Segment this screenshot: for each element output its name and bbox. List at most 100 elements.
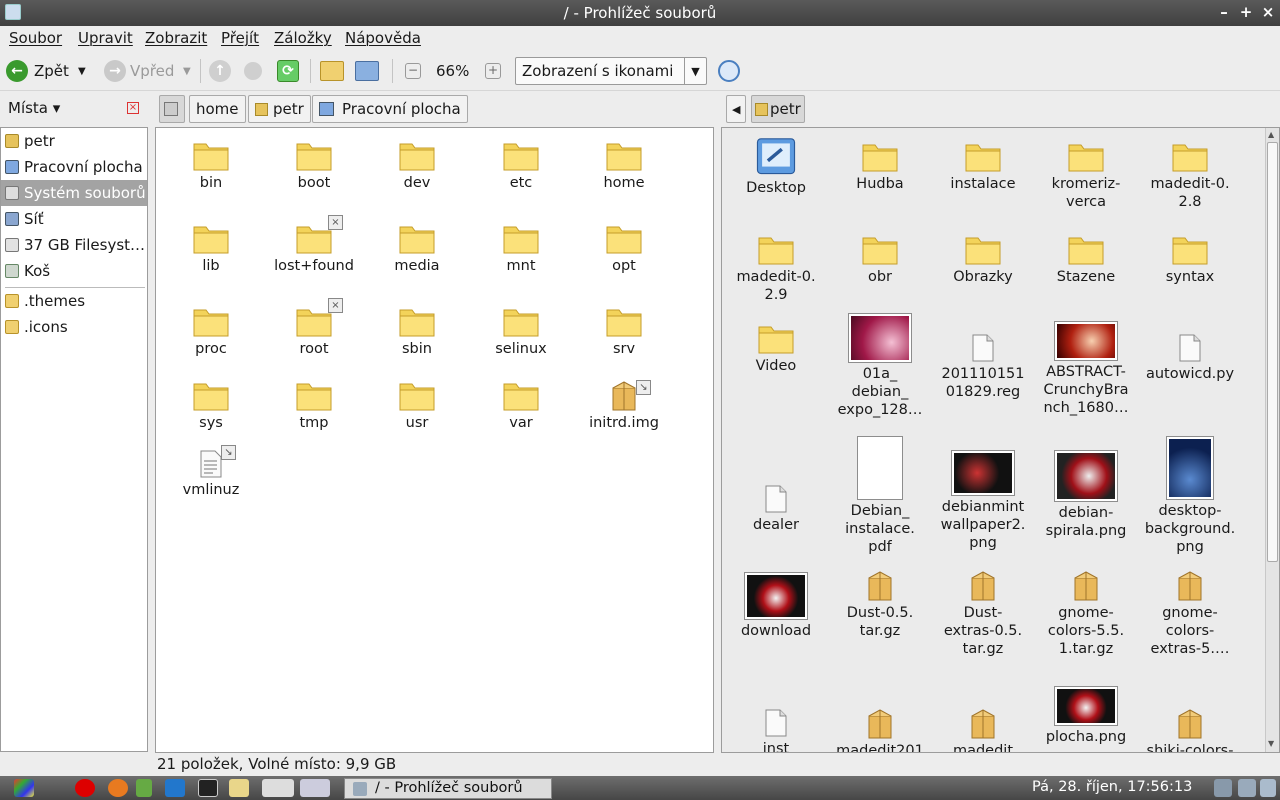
search-button[interactable]	[718, 57, 740, 85]
sidebar-item-volume[interactable]: 37 GB Filesyst…	[1, 232, 147, 258]
volume-tray-icon[interactable]	[1260, 779, 1276, 797]
file-item[interactable]: Dust-0.5. tar.gz	[828, 568, 932, 640]
right-pane-scrollbar[interactable]: ▲ ▼	[1265, 128, 1279, 752]
left-file-pane[interactable]: bin boot dev etc home lib × lost+found media mnt o…	[155, 127, 714, 753]
file-item[interactable]: opt	[572, 221, 676, 275]
up-button[interactable]: ↑	[209, 57, 231, 85]
window-titlebar[interactable]: / - Prohlížeč souborů – + ×	[0, 0, 1280, 26]
clock[interactable]: Pá, 28. říjen, 17:56:13	[1032, 779, 1192, 795]
file-item[interactable]: 01a_ debian_ expo_128…	[828, 313, 932, 419]
clipboard-tray-icon[interactable]	[1238, 779, 1256, 797]
breadcrumb-right-petr[interactable]: petr	[751, 95, 805, 123]
file-item[interactable]: madedit-0. 2.9	[724, 232, 828, 304]
menu-zobrazit[interactable]: Zobrazit	[145, 29, 207, 47]
firefox-task-icon[interactable]	[262, 779, 294, 797]
file-item[interactable]: etc	[469, 138, 573, 192]
file-item[interactable]: download	[724, 572, 828, 640]
home-folder-button[interactable]	[320, 57, 344, 85]
file-item[interactable]: plocha.png	[1034, 686, 1138, 746]
terminal-icon[interactable]	[198, 779, 218, 797]
file-item[interactable]: gnome- colors- extras-5.…	[1138, 568, 1242, 658]
file-item[interactable]: kromeriz- verca	[1034, 139, 1138, 211]
menu-prejit[interactable]: Přejít	[221, 29, 259, 47]
close-button[interactable]: ×	[1258, 3, 1278, 21]
sidebar-bookmark-themes[interactable]: .themes	[1, 288, 147, 314]
breadcrumb-petr[interactable]: petr	[248, 95, 311, 123]
text-editor-icon[interactable]	[229, 779, 249, 797]
sidebar-item-filesystem[interactable]: Systém souborů	[1, 180, 147, 206]
network-tray-icon[interactable]	[1214, 779, 1232, 797]
file-item[interactable]: madedit201	[828, 706, 932, 752]
file-item[interactable]: mnt	[469, 221, 573, 275]
file-item[interactable]: boot	[262, 138, 366, 192]
file-item[interactable]: Hudba	[828, 139, 932, 193]
file-item[interactable]: dev	[365, 138, 469, 192]
archive-icon[interactable]	[136, 779, 152, 797]
close-sidebar-icon[interactable]: ×	[127, 102, 139, 114]
menu-upravit[interactable]: Upravit	[78, 29, 133, 47]
file-item[interactable]: Stazene	[1034, 232, 1138, 286]
zoom-out-button[interactable]: −	[405, 57, 421, 85]
file-manager-task-icon[interactable]	[300, 779, 330, 797]
sidebar-item-network[interactable]: Síť	[1, 206, 147, 232]
file-item[interactable]: ↘ initrd.img	[572, 378, 676, 432]
file-item[interactable]: tmp	[262, 378, 366, 432]
zoom-in-button[interactable]: +	[485, 57, 501, 85]
file-item[interactable]: srv	[572, 304, 676, 358]
file-item[interactable]: syntax	[1138, 232, 1242, 286]
view-mode-select[interactable]: Zobrazení s ikonami ▼	[515, 57, 707, 85]
zoom-level[interactable]: 66%	[436, 57, 469, 85]
file-item[interactable]: debian- spirala.png	[1034, 450, 1138, 540]
sidebar-bookmark-icons[interactable]: .icons	[1, 314, 147, 340]
forward-history-dropdown[interactable]: ▼	[183, 57, 191, 85]
file-item[interactable]: Dust- extras-0.5. tar.gz	[931, 568, 1035, 658]
file-item[interactable]: sys	[159, 378, 263, 432]
file-item[interactable]: instalace	[931, 139, 1035, 193]
file-item[interactable]: inst	[724, 708, 828, 752]
sidebar-item-petr[interactable]: petr	[1, 128, 147, 154]
file-item[interactable]: var	[469, 378, 573, 432]
breadcrumb-home[interactable]: home	[189, 95, 246, 123]
file-item[interactable]: × lost+found	[262, 215, 366, 275]
back-history-dropdown[interactable]: ▼	[78, 57, 86, 85]
file-item[interactable]: 201110151 01829.reg	[931, 333, 1035, 401]
file-item[interactable]: bin	[159, 138, 263, 192]
file-item[interactable]: Desktop	[724, 133, 828, 197]
file-item[interactable]: gnome- colors-5.5. 1.tar.gz	[1034, 568, 1138, 658]
file-item[interactable]: Video	[724, 321, 828, 375]
file-item[interactable]: sbin	[365, 304, 469, 358]
forward-button[interactable]: → Vpřed	[104, 57, 174, 85]
file-item[interactable]: Debian_ instalace. pdf	[828, 436, 932, 556]
file-item[interactable]: Obrazky	[931, 232, 1035, 286]
file-item[interactable]: shiki-colors-	[1138, 706, 1242, 752]
menu-napoveda[interactable]: Nápověda	[345, 29, 421, 47]
back-button[interactable]: ← Zpět	[6, 57, 69, 85]
reload-button[interactable]: ⟳	[277, 57, 299, 85]
file-item[interactable]: media	[365, 221, 469, 275]
minimize-button[interactable]: –	[1214, 3, 1234, 21]
file-item[interactable]: ABSTRACT- CrunchyBra nch_1680…	[1034, 321, 1138, 417]
root-location-button[interactable]	[159, 95, 185, 123]
file-item[interactable]: home	[572, 138, 676, 192]
right-file-pane[interactable]: Desktop Hudba instalace kromeriz- verca made…	[721, 127, 1280, 753]
file-item[interactable]: autowicd.py	[1138, 333, 1242, 383]
sidebar-item-desktop[interactable]: Pracovní plocha	[1, 154, 147, 180]
file-item[interactable]: usr	[365, 378, 469, 432]
menu-zalozky[interactable]: Záložky	[274, 29, 332, 47]
computer-button[interactable]	[355, 57, 379, 85]
scroll-thumb[interactable]	[1267, 142, 1278, 562]
stop-button[interactable]	[244, 57, 262, 85]
firefox-icon[interactable]	[108, 779, 128, 797]
breadcrumb-desktop[interactable]: Pracovní plocha	[312, 95, 468, 123]
file-item[interactable]: desktop- background. png	[1138, 436, 1242, 556]
file-item[interactable]: obr	[828, 232, 932, 286]
calendar-icon[interactable]	[165, 779, 185, 797]
start-menu-icon[interactable]	[14, 779, 34, 797]
file-item[interactable]: proc	[159, 304, 263, 358]
file-item[interactable]: debianmint wallpaper2. png	[931, 450, 1035, 552]
opera-icon[interactable]	[75, 779, 95, 797]
scroll-path-left-button[interactable]: ◀	[726, 95, 746, 123]
places-dropdown[interactable]: Místa ▾	[8, 99, 60, 117]
file-item[interactable]: madedit	[931, 706, 1035, 752]
file-item[interactable]: lib	[159, 221, 263, 275]
